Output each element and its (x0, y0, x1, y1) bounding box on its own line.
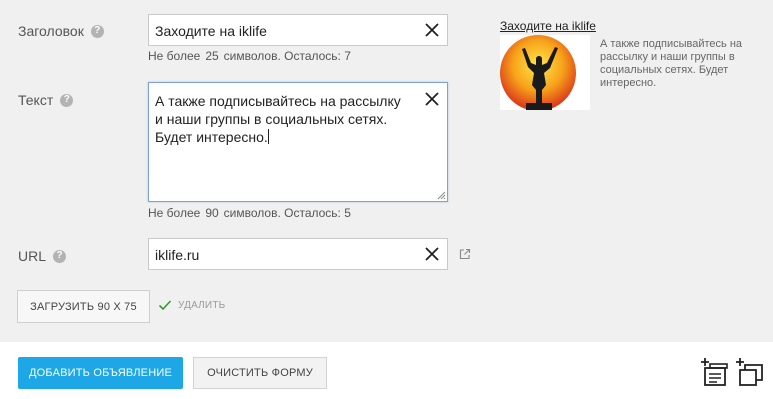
title-input[interactable]: Заходите на iklife (148, 14, 448, 46)
url-label: URL (18, 248, 47, 264)
resize-handle-icon[interactable] (437, 191, 446, 200)
add-ad-button[interactable]: ДОБАВИТЬ ОБЪЯВЛЕНИЕ (18, 357, 183, 389)
title-input-value: Заходите на iklife (155, 23, 267, 39)
url-input-value: iklife.ru (155, 247, 200, 263)
text-label-row: Текст ? (18, 92, 74, 108)
url-help-icon[interactable]: ? (53, 249, 67, 263)
upload-image-button[interactable]: ЗАГРУЗИТЬ 90 X 75 (17, 290, 150, 323)
title-hint-max: 25 (205, 49, 219, 63)
delete-image-link[interactable]: УДАЛИТЬ (178, 300, 225, 311)
ad-form: Заголовок ? Заходите на iklife Не более 2… (0, 0, 773, 342)
preview-title[interactable]: Заходите на iklife (500, 19, 596, 33)
preview-image (500, 35, 590, 110)
check-icon (158, 300, 172, 311)
text-hint-prefix: Не более (148, 206, 201, 220)
preview-image-graphic (500, 35, 576, 110)
title-clear-icon[interactable] (424, 22, 440, 38)
text-help-icon[interactable]: ? (60, 93, 74, 107)
text-label: Текст (18, 92, 54, 108)
url-label-row: URL ? (18, 248, 67, 264)
title-hint-remaining: символов. Осталось: 7 (223, 49, 351, 63)
text-textarea-value: А также подписывайтесь на рассылку и наш… (155, 92, 411, 146)
text-hint: Не более 90 символов. Осталось: 5 (148, 206, 356, 220)
title-hint: Не более 25 символов. Осталось: 7 (148, 49, 356, 63)
text-hint-max: 90 (205, 206, 219, 220)
text-clear-icon[interactable] (424, 91, 440, 107)
text-textarea-content: А также подписывайтесь на рассылку и наш… (155, 93, 401, 145)
text-caret (267, 129, 269, 144)
duplicate-ad-icon[interactable] (735, 357, 763, 387)
url-clear-icon[interactable] (424, 246, 440, 262)
title-label-row: Заголовок ? (18, 23, 104, 39)
url-input[interactable]: iklife.ru (148, 238, 448, 270)
add-ad-icon[interactable] (700, 357, 728, 387)
external-link-icon[interactable] (459, 248, 471, 260)
preview-text: А также подписывайтесь на рассылку и наш… (600, 38, 743, 89)
title-label: Заголовок (18, 23, 84, 39)
text-textarea[interactable]: А также подписывайтесь на рассылку и наш… (148, 82, 448, 202)
text-hint-remaining: символов. Осталось: 5 (223, 206, 351, 220)
title-hint-prefix: Не более (148, 49, 201, 63)
clear-form-button[interactable]: ОЧИСТИТЬ ФОРМУ (193, 357, 327, 389)
title-help-icon[interactable]: ? (90, 24, 104, 38)
